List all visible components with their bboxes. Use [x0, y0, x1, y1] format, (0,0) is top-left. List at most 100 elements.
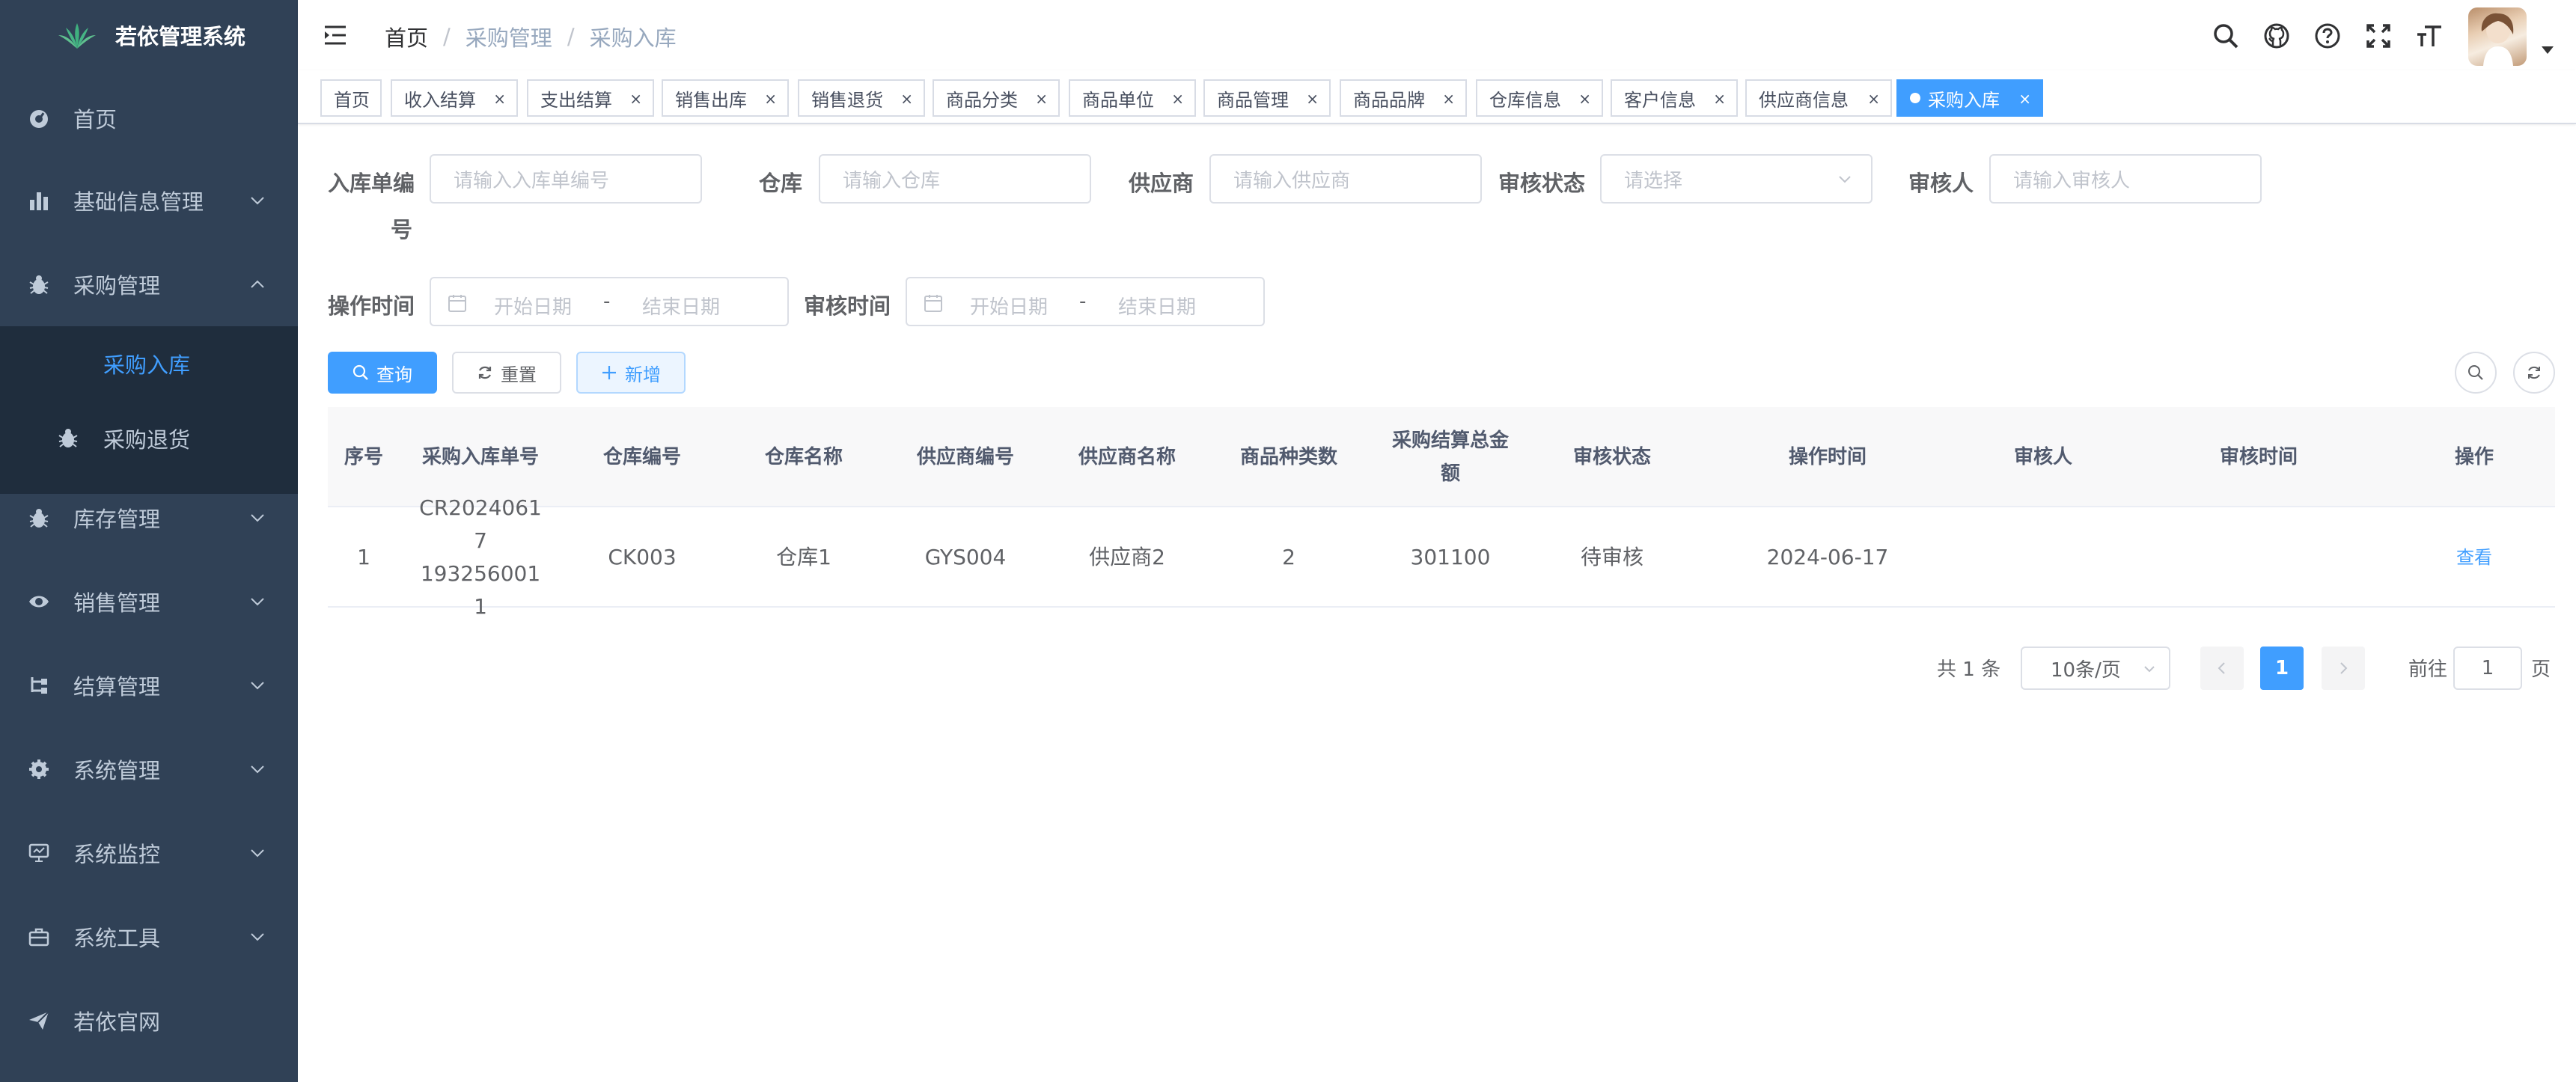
query-button[interactable]: 查询: [328, 352, 437, 394]
close-icon[interactable]: ×: [900, 90, 913, 108]
fullscreen-icon[interactable]: [2363, 21, 2393, 51]
sidebar-item-settlement[interactable]: 结算管理: [0, 644, 298, 727]
sidebar-item-label: 库存管理: [73, 507, 161, 532]
order-no-input[interactable]: 请输入入库单编号: [430, 154, 702, 204]
github-icon[interactable]: [2262, 21, 2292, 51]
sidebar-item-basic-info[interactable]: 基础信息管理: [0, 159, 298, 242]
prev-page-button[interactable]: [2200, 647, 2244, 690]
chevron-down-icon: [251, 682, 264, 690]
close-icon[interactable]: ×: [1171, 90, 1184, 108]
tag-item[interactable]: 销售退货 ×: [798, 79, 925, 117]
help-icon[interactable]: [2313, 21, 2342, 51]
goto-suffix: 页: [2531, 658, 2551, 681]
warehouse-input[interactable]: 请输入仓库: [819, 154, 1091, 204]
sidebar-item-monitor[interactable]: 系统监控: [0, 811, 298, 895]
sidebar-subitem-purchase-return[interactable]: 采购退货: [0, 401, 298, 476]
sidebar-subitem-label: 采购入库: [103, 352, 191, 378]
auditor-input[interactable]: 请输入审核人: [1989, 154, 2262, 204]
next-page-button[interactable]: [2322, 647, 2365, 690]
search-icon: [352, 364, 369, 381]
refresh-table-button[interactable]: [2513, 352, 2555, 394]
chevron-right-icon: [2340, 662, 2348, 674]
active-dot-icon: [1910, 93, 1920, 103]
cell-supplier-code: GYS004: [924, 545, 1007, 569]
sidebar-item-purchase[interactable]: 采购管理: [0, 242, 298, 326]
sidebar-item-system[interactable]: 系统管理: [0, 727, 298, 811]
tag-item[interactable]: 商品管理 ×: [1203, 79, 1331, 117]
column-header: 序号: [344, 446, 383, 468]
navbar: 首页 / 采购管理 / 采购入库: [298, 0, 2576, 70]
tree-icon: [27, 673, 51, 697]
tag-item[interactable]: 销售出库 ×: [662, 79, 789, 117]
tag-label: 销售退货: [811, 89, 883, 111]
close-icon[interactable]: ×: [1713, 90, 1726, 108]
hamburger-icon[interactable]: [323, 24, 347, 46]
sidebar-logo[interactable]: 若依管理系统: [0, 0, 298, 70]
label-order-no: 入库单编: [328, 171, 415, 196]
sidebar-item-website[interactable]: 若依官网: [0, 979, 298, 1063]
audit-time-end[interactable]: 结束日期: [1118, 292, 1196, 320]
add-button[interactable]: 新增: [576, 352, 686, 394]
op-time-range[interactable]: 开始日期 - 结束日期: [430, 277, 789, 326]
close-icon[interactable]: ×: [629, 90, 642, 108]
close-icon[interactable]: ×: [1035, 90, 1048, 108]
audit-status-select[interactable]: 请选择: [1600, 154, 1873, 204]
sidebar-item-label: 销售管理: [73, 590, 161, 616]
logo-icon: [58, 23, 96, 49]
breadcrumb-item[interactable]: 首页: [385, 21, 428, 52]
page-number-active[interactable]: 1: [2260, 647, 2304, 690]
sidebar-item-inventory[interactable]: 库存管理: [0, 476, 298, 560]
audit-time-start[interactable]: 开始日期: [970, 292, 1048, 320]
close-icon[interactable]: ×: [764, 90, 777, 108]
goto-page-input[interactable]: 1: [2453, 647, 2522, 690]
text-size-icon[interactable]: [2414, 21, 2444, 51]
column-header: 操作: [2454, 446, 2494, 468]
column-header: 仓库编号: [602, 446, 681, 468]
close-icon[interactable]: ×: [493, 90, 506, 108]
calendar-icon: [924, 295, 942, 312]
close-icon[interactable]: ×: [1306, 90, 1319, 108]
cell-index: 1: [357, 545, 370, 569]
chevron-down-icon: [1839, 176, 1851, 183]
close-icon[interactable]: ×: [1578, 90, 1591, 108]
cell-audit-time: [2124, 507, 2393, 608]
tag-home[interactable]: 首页: [320, 79, 382, 117]
tag-item[interactable]: 仓库信息 ×: [1476, 79, 1603, 117]
caret-down-icon[interactable]: [2542, 46, 2554, 54]
supplier-input[interactable]: 请输入供应商: [1209, 154, 1482, 204]
close-icon[interactable]: ×: [2018, 90, 2031, 108]
bug-icon: [27, 506, 51, 530]
sidebar-subitem-purchase-in[interactable]: 采购入库: [0, 326, 298, 401]
op-time-start[interactable]: 开始日期: [494, 292, 572, 320]
tag-item[interactable]: 商品单位 ×: [1069, 79, 1196, 117]
tag-item[interactable]: 收入结算 ×: [391, 79, 518, 117]
page-size-select[interactable]: 10条/页: [2021, 647, 2170, 690]
chevron-down-icon: [251, 933, 264, 941]
reset-button[interactable]: 重置: [452, 352, 561, 394]
tag-item[interactable]: 客户信息 ×: [1611, 79, 1738, 117]
tag-item-active[interactable]: 采购入库 ×: [1896, 79, 2043, 117]
view-link[interactable]: 查看: [2393, 507, 2555, 608]
chevron-left-icon: [2218, 662, 2225, 674]
toggle-search-button[interactable]: [2455, 352, 2497, 394]
cell-supplier-name: 供应商2: [1089, 545, 1165, 569]
add-label: 新增: [625, 364, 661, 385]
search-icon[interactable]: [2211, 21, 2241, 51]
chevron-down-icon: [251, 514, 264, 522]
tag-item[interactable]: 供应商信息 ×: [1745, 79, 1892, 117]
sidebar-item-sales[interactable]: 销售管理: [0, 560, 298, 644]
avatar[interactable]: [2468, 7, 2527, 66]
tag-item[interactable]: 商品分类 ×: [933, 79, 1060, 117]
sidebar-item-home[interactable]: 首页: [0, 76, 298, 160]
op-time-end[interactable]: 结束日期: [642, 292, 720, 320]
sidebar-item-tools[interactable]: 系统工具: [0, 895, 298, 979]
cell-order-no: CR20240617 1932560011: [400, 495, 561, 619]
audit-time-range[interactable]: 开始日期 - 结束日期: [906, 277, 1265, 326]
sidebar-item-label: 系统工具: [73, 926, 161, 951]
tag-item[interactable]: 商品品牌 ×: [1340, 79, 1467, 117]
table-header: 序号 采购入库单号 仓库编号 仓库名称 供应商编号 供应商名称 商品种类数 采购…: [328, 407, 2555, 507]
tag-item[interactable]: 支出结算 ×: [527, 79, 654, 117]
close-icon[interactable]: ×: [1867, 90, 1880, 108]
breadcrumb: 首页 / 采购管理 / 采购入库: [385, 21, 677, 52]
close-icon[interactable]: ×: [1442, 90, 1455, 108]
